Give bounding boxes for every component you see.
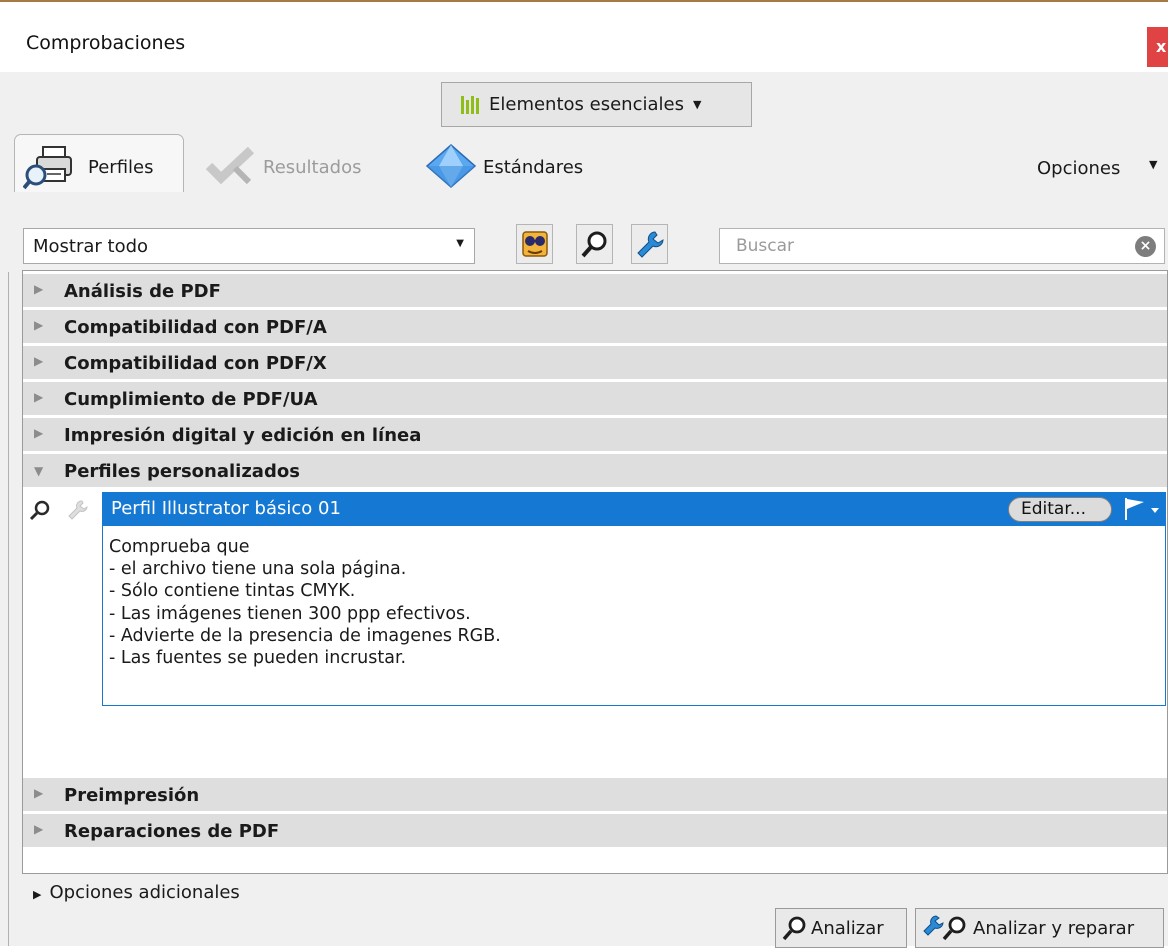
description-line: - Sólo contiene tintas CMYK. [109, 581, 356, 602]
tree-category-label: Compatibilidad con PDF/X [64, 353, 327, 374]
search-box: × [719, 228, 1165, 264]
description-line: - Las imágenes tienen 300 ppp efectivos. [109, 603, 471, 624]
opciones-menu[interactable]: Opciones [1037, 158, 1120, 179]
expand-arrow-icon[interactable]: ▶ [34, 318, 43, 332]
magnifier-icon [581, 231, 606, 258]
tree-category-label: Perfiles personalizados [64, 461, 300, 482]
more-options-label: Opciones adicionales [49, 882, 240, 903]
expand-arrow-icon[interactable]: ▶ [34, 354, 43, 368]
wrench-magnifier-icon [923, 915, 966, 941]
search-input[interactable] [721, 230, 1121, 262]
filter-select[interactable]: Mostrar todo ▼ [23, 228, 475, 264]
profile-glasses-icon [521, 231, 548, 257]
selected-profile-row[interactable]: Perfil Illustrator básico 01 Editar... [102, 492, 1166, 526]
expand-arrow-icon[interactable]: ▶ [34, 426, 43, 440]
tree-category[interactable]: ▶ Compatibilidad con PDF/X [23, 346, 1167, 380]
description-line: Comprueba que [109, 537, 250, 557]
tree-category-label: Impresión digital y edición en línea [64, 425, 422, 446]
tree-category-label: Preimpresión [64, 785, 200, 806]
tree-category[interactable]: ▶ Compatibilidad con PDF/A [23, 310, 1167, 344]
collapse-arrow-icon[interactable]: ▼ [34, 464, 43, 478]
profile-view-button[interactable] [516, 224, 553, 264]
bars-chart-icon [461, 95, 479, 114]
tree-category-expanded[interactable]: ▼ Perfiles personalizados [23, 454, 1167, 488]
tab-resultados[interactable]: Resultados [205, 142, 385, 190]
expand-arrow-icon[interactable]: ▶ [34, 390, 43, 404]
tree-category[interactable]: ▶ Cumplimiento de PDF/UA [23, 382, 1167, 416]
expand-arrow-icon[interactable]: ▶ [34, 822, 43, 836]
preflight-panel: Elementos esenciales ▼ Perfiles Resultad… [0, 72, 1168, 948]
title-bar: Comprobaciones x [0, 2, 1168, 72]
checkmark-wrench-icon [205, 146, 255, 185]
expand-arrow-icon[interactable]: ▶ [34, 282, 43, 296]
close-icon: x [1156, 37, 1167, 56]
description-line: - Advierte de la presencia de imagenes R… [109, 625, 501, 646]
tree-category[interactable]: ▶ Preimpresión [23, 778, 1167, 812]
analyze-label: Analizar [811, 917, 884, 939]
workspace-dropdown[interactable]: Elementos esenciales ▼ [441, 82, 752, 127]
tree-category[interactable]: ▶ Análisis de PDF [23, 274, 1167, 308]
expand-arrow-icon[interactable]: ▶ [34, 786, 43, 800]
expand-arrow-icon: ▶ [33, 888, 42, 901]
diamond-icon [426, 144, 476, 188]
analyze-profile-icon[interactable] [29, 499, 51, 521]
workspace-label: Elementos esenciales [489, 94, 684, 115]
tab-resultados-label: Resultados [263, 157, 362, 178]
flag-icon[interactable] [1122, 496, 1162, 522]
wrench-icon [636, 231, 664, 258]
filter-value: Mostrar todo [33, 236, 149, 257]
chevron-down-icon: ▼ [456, 238, 464, 249]
profile-name: Perfil Illustrator básico 01 [111, 498, 341, 519]
window-title: Comprobaciones [26, 32, 186, 54]
chevron-down-icon: ▼ [1149, 158, 1158, 171]
fix-profile-icon [68, 500, 88, 520]
tree-category-label: Análisis de PDF [64, 281, 221, 302]
tab-perfiles-label: Perfiles [88, 157, 154, 178]
panel-divider [8, 272, 9, 946]
tab-estandares-label: Estándares [483, 157, 584, 178]
analyze-fix-button[interactable]: Analizar y reparar [915, 908, 1164, 948]
analyze-button[interactable]: Analizar [775, 908, 907, 948]
tree-category-label: Cumplimiento de PDF/UA [64, 389, 318, 410]
description-line: - el archivo tiene una sola página. [109, 559, 407, 580]
more-options-toggle[interactable]: ▶ Opciones adicionales [33, 882, 240, 903]
edit-profile-button[interactable]: Editar... [1008, 497, 1112, 522]
tree-category-label: Compatibilidad con PDF/A [64, 317, 327, 338]
clear-search-icon[interactable]: × [1135, 236, 1156, 257]
analyze-fix-label: Analizar y reparar [973, 917, 1135, 939]
profiles-tree: ▶ Análisis de PDF ▶ Compatibilidad con P… [22, 270, 1168, 874]
close-button[interactable]: x [1147, 27, 1168, 67]
description-line: - Las fuentes se pueden incrustar. [109, 648, 407, 669]
tree-category[interactable]: ▶ Reparaciones de PDF [23, 814, 1167, 848]
tree-category[interactable]: ▶ Impresión digital y edición en línea [23, 418, 1167, 452]
chevron-down-icon: ▼ [692, 98, 702, 111]
fixup-view-button[interactable] [631, 224, 668, 264]
tree-category-label: Reparaciones de PDF [64, 821, 280, 842]
magnifier-icon [782, 916, 806, 941]
analyze-view-button[interactable] [576, 224, 613, 264]
profile-description: Comprueba que - el archivo tiene una sol… [102, 526, 1166, 706]
tab-estandares[interactable]: Estándares [426, 142, 616, 190]
printer-magnifier-icon [23, 146, 72, 190]
